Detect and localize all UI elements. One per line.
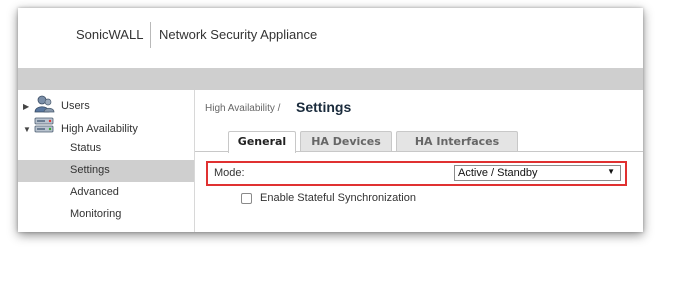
caret-right-icon[interactable]: ▶ [23, 102, 29, 111]
brand-name: SonicWALL [76, 27, 144, 42]
general-settings-panel: Mode: Active / Standby ▼ Enable Stateful… [195, 152, 643, 232]
tab-label: HA Interfaces [414, 135, 500, 148]
breadcrumb[interactable]: High Availability / [205, 103, 280, 114]
sidebar-item-label: High Availability [61, 123, 138, 135]
mode-label: Mode: [214, 167, 245, 179]
sidebar-item-status[interactable]: Status [18, 138, 194, 160]
tab-label: HA Devices [311, 135, 381, 148]
users-icon [33, 95, 55, 118]
dropdown-arrow-icon[interactable]: ▼ [607, 167, 615, 176]
page-title: Settings [296, 99, 352, 115]
tab-ha-interfaces[interactable]: HA Interfaces [396, 131, 518, 152]
main-content: High Availability / Settings General HA … [195, 90, 643, 232]
mode-select[interactable]: Active / Standby ▼ [454, 165, 621, 181]
next-section-icon [35, 228, 49, 232]
sidebar-item-advanced[interactable]: Advanced [18, 182, 194, 204]
caret-down-icon[interactable]: ▼ [23, 125, 31, 134]
stateful-sync-checkbox[interactable] [241, 193, 252, 204]
toolbar-bar [18, 68, 643, 90]
tab-ha-devices[interactable]: HA Devices [300, 131, 392, 152]
top-header: SonicWALL Network Security Appliance [18, 8, 643, 69]
sidebar-item-label: Advanced [70, 186, 119, 198]
sidebar-item-label: Monitoring [70, 208, 122, 220]
sidebar-item-monitoring[interactable]: Monitoring [18, 204, 194, 226]
sidebar-item-label: Settings [70, 164, 110, 176]
sidebar-item-label: Status [70, 142, 102, 154]
sidebar-item-settings[interactable]: Settings [18, 160, 194, 182]
mode-select-value: Active / Standby [458, 167, 538, 179]
header-divider [150, 22, 151, 48]
sidebar-item-label: Users [61, 100, 90, 112]
high-availability-icon [33, 116, 55, 139]
stateful-sync-label[interactable]: Enable Stateful Synchronization [260, 192, 416, 204]
sidebar: ▶ Users ▼ High Availability Status Setti… [18, 90, 195, 232]
tab-general[interactable]: General [228, 131, 296, 153]
tab-label: General [237, 135, 287, 148]
app-window: SonicWALL Network Security Appliance ▶ U… [18, 8, 643, 232]
product-name: Network Security Appliance [159, 27, 318, 42]
